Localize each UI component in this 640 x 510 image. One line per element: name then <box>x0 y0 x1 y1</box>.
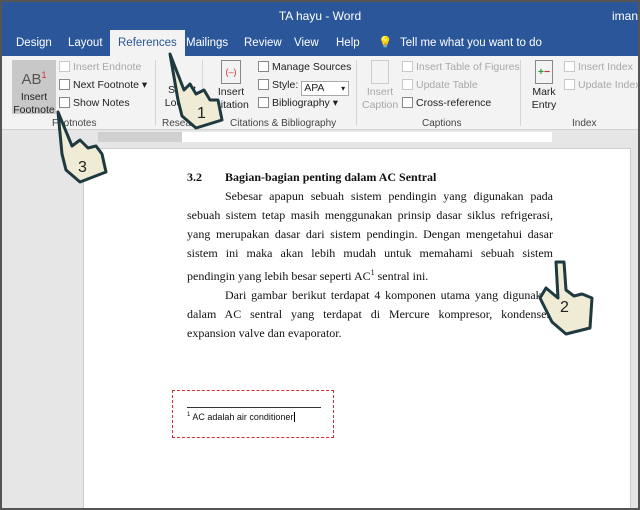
bibliography-icon <box>258 97 269 108</box>
insert-table-of-figures-button[interactable]: Insert Table of Figures <box>402 61 520 73</box>
tab-view[interactable]: View <box>294 37 319 49</box>
style-icon <box>258 79 269 90</box>
endnote-icon <box>59 61 70 72</box>
footnote-icon: AB1 <box>21 70 47 88</box>
next-footnote-button[interactable]: Next Footnote ▾ <box>59 79 147 91</box>
table-of-figures-icon <box>402 61 413 72</box>
tab-layout[interactable]: Layout <box>68 37 103 49</box>
mark-entry-button[interactable]: +− Mark Entry <box>528 60 560 112</box>
document-body[interactable]: 3.2 Bagian-bagian penting dalam AC Sentra… <box>187 168 553 343</box>
next-footnote-icon <box>59 79 70 90</box>
title-bar: TA hayu - Word iman <box>2 2 638 29</box>
tab-review[interactable]: Review <box>244 37 282 49</box>
show-notes-icon <box>59 97 70 108</box>
manage-sources-icon <box>258 61 269 72</box>
footnote-separator <box>187 407 321 408</box>
pointing-hand-icon-3: 3 <box>56 110 108 184</box>
caption-icon <box>371 60 389 84</box>
section-heading: 3.2 Bagian-bagian penting dalam AC Sentra… <box>187 170 437 184</box>
ribbon-tabs: Design Layout References Mailings Review… <box>2 29 638 56</box>
footnote-area[interactable]: 1 AC adalah air conditioner <box>172 390 334 438</box>
paragraph-1: Sebesar apapun sebuah sistem pendingin y… <box>187 189 553 283</box>
step-number-3: 3 <box>78 159 87 176</box>
group-label-captions: Captions <box>422 118 462 129</box>
style-dropdown[interactable]: APA ▾ <box>301 81 350 96</box>
tab-help[interactable]: Help <box>336 37 360 49</box>
insert-index-button[interactable]: Insert Index <box>564 61 633 73</box>
update-table-icon <box>402 79 413 90</box>
mark-entry-icon: +− <box>535 60 553 84</box>
update-index-button[interactable]: Update Index <box>564 79 638 91</box>
group-label-index: Index <box>572 118 597 129</box>
group-label-citations: Citations & Bibliography <box>230 118 337 129</box>
pointing-hand-icon-2: 2 <box>538 260 594 336</box>
cross-reference-icon <box>402 97 413 108</box>
user-name[interactable]: iman <box>612 9 638 23</box>
footnote-text[interactable]: 1 AC adalah air conditioner <box>187 412 296 422</box>
pointing-hand-icon-1: 1 <box>168 52 224 130</box>
update-index-icon <box>564 79 575 90</box>
tell-me-search[interactable]: Tell me what you want to do <box>400 37 542 49</box>
insert-endnote-button[interactable]: Insert Endnote <box>59 61 141 73</box>
lightbulb-icon: 💡 <box>378 37 393 49</box>
manage-sources-button[interactable]: Manage Sources <box>258 61 351 73</box>
tab-mailings[interactable]: Mailings <box>186 37 228 49</box>
word-window: TA hayu - Word iman Design Layout Refere… <box>2 2 638 508</box>
show-notes-button[interactable]: Show Notes <box>59 97 130 109</box>
bibliography-button[interactable]: Bibliography ▾ <box>258 97 338 109</box>
insert-caption-button[interactable]: Insert Caption <box>362 60 398 112</box>
cross-reference-button[interactable]: Cross-reference <box>402 97 491 109</box>
step-number-2: 2 <box>560 299 569 316</box>
tab-design[interactable]: Design <box>16 37 52 49</box>
update-table-button[interactable]: Update Table <box>402 79 478 91</box>
insert-index-icon <box>564 61 575 72</box>
insert-footnote-button[interactable]: AB1 Insert Footnote <box>12 60 56 116</box>
paragraph-2: Dari gambar berikut terdapat 4 komponen … <box>187 288 553 340</box>
style-selector: Style: APA ▾ <box>258 79 350 96</box>
window-title: TA hayu - Word <box>278 9 362 23</box>
step-number-1: 1 <box>197 105 206 122</box>
